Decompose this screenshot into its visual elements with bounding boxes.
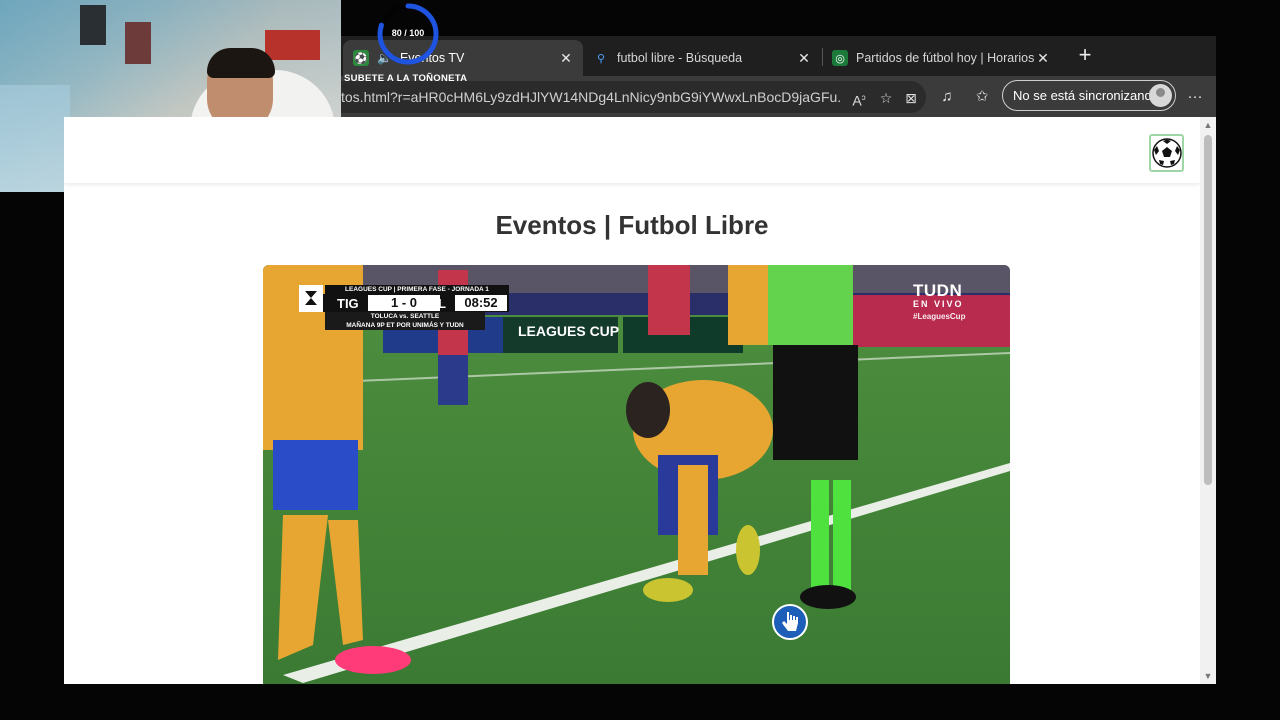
league-logo-icon — [299, 285, 323, 312]
favorite-star-icon[interactable]: ☆ — [876, 88, 896, 108]
away-team: RSL — [420, 296, 446, 311]
blocked-popup-icon[interactable]: ⊠ — [901, 88, 921, 108]
ad-board-text: LEAGUES CUP — [518, 323, 620, 339]
close-tab-icon[interactable]: ✕ — [795, 49, 813, 67]
broadcaster-logo: TUDN EN VIVO #LeaguesCup — [913, 281, 966, 321]
search-icon: ⚲ — [596, 52, 606, 65]
home-team: TIG — [337, 296, 359, 311]
scoreboard-line1: TOLUCA vs. SEATTLE — [325, 312, 485, 321]
site-logo[interactable] — [1149, 134, 1184, 172]
tab-title: Partidos de fútbol hoy | Horarios y — [856, 51, 1036, 65]
soccer-favicon-icon: ⚽ — [353, 50, 369, 66]
scrollbar-thumb[interactable] — [1204, 135, 1212, 485]
video-player[interactable]: LEAGUES CUP | PRIMERA FASE - JORNADA 1 T… — [263, 265, 1010, 684]
hand-cursor-icon — [772, 604, 808, 640]
scoreboard-header: LEAGUES CUP | PRIMERA FASE - JORNADA 1 — [325, 285, 509, 294]
media-control-icon[interactable]: ♫ — [936, 86, 958, 108]
scoreboard: LEAGUES CUP | PRIMERA FASE - JORNADA 1 T… — [299, 285, 509, 345]
scoreboard-line2: MAÑANA 9P ET POR UNIMÁS Y TUDN — [325, 321, 485, 330]
more-options-icon[interactable]: ··· — [1184, 86, 1206, 108]
scroll-down-icon[interactable]: ▼ — [1203, 671, 1213, 681]
tab-strip: ⚽ 🔈 Eventos TV ✕ ⚲ futbol libre - Búsque… — [341, 36, 1216, 76]
soccer-favicon-icon: ◎ — [832, 50, 848, 66]
wall-sign — [265, 30, 320, 60]
browser-toolbar: tos.html?r=aHR0cHM6Ly9zdHJlYW14NDg4LnNic… — [341, 76, 1216, 117]
page-scrollbar[interactable]: ▲ ▼ — [1200, 117, 1216, 684]
profile-avatar-icon — [1149, 84, 1172, 107]
sync-label: No se está sincronizando — [1013, 88, 1159, 103]
address-text[interactable]: tos.html?r=aHR0cHM6Ly9zdHJlYW14NDg4LnNic… — [341, 89, 841, 105]
close-tab-icon[interactable]: ✕ — [557, 49, 575, 67]
screen: ⚽ 🔈 Eventos TV ✕ ⚲ futbol libre - Búsque… — [0, 0, 1280, 720]
tab-title: futbol libre - Búsqueda — [617, 51, 743, 65]
new-tab-button[interactable]: + — [1071, 42, 1099, 70]
tab-partidos[interactable]: ◎ Partidos de fútbol hoy | Horarios y ✕ — [822, 40, 1060, 76]
wall-poster — [125, 22, 151, 64]
wall-frame — [80, 5, 106, 45]
site-header — [64, 117, 1200, 183]
favorites-icon[interactable]: ✩ — [971, 86, 993, 108]
streamer-hair — [207, 48, 275, 78]
web-page: Eventos | Futbol Libre LEAGUES CUP | PRI… — [64, 117, 1200, 684]
match-clock: 08:52 — [455, 295, 507, 311]
page-title: Eventos | Futbol Libre — [495, 210, 769, 240]
address-bar[interactable]: tos.html?r=aHR0cHM6Ly9zdHJlYW14NDg4LnNic… — [341, 81, 926, 113]
promo-text: SUBETE A LA TOÑONETA — [344, 73, 468, 84]
soccer-ball-icon — [1151, 138, 1182, 168]
read-aloud-icon[interactable]: Aↄ — [849, 88, 869, 109]
sync-button[interactable]: No se está sincronizando — [1002, 80, 1176, 111]
scroll-up-icon[interactable]: ▲ — [1203, 120, 1213, 130]
close-tab-icon[interactable]: ✕ — [1034, 49, 1052, 67]
progress-label: 80 / 100 — [391, 28, 425, 38]
tab-search[interactable]: ⚲ futbol libre - Búsqueda ✕ — [583, 40, 821, 76]
